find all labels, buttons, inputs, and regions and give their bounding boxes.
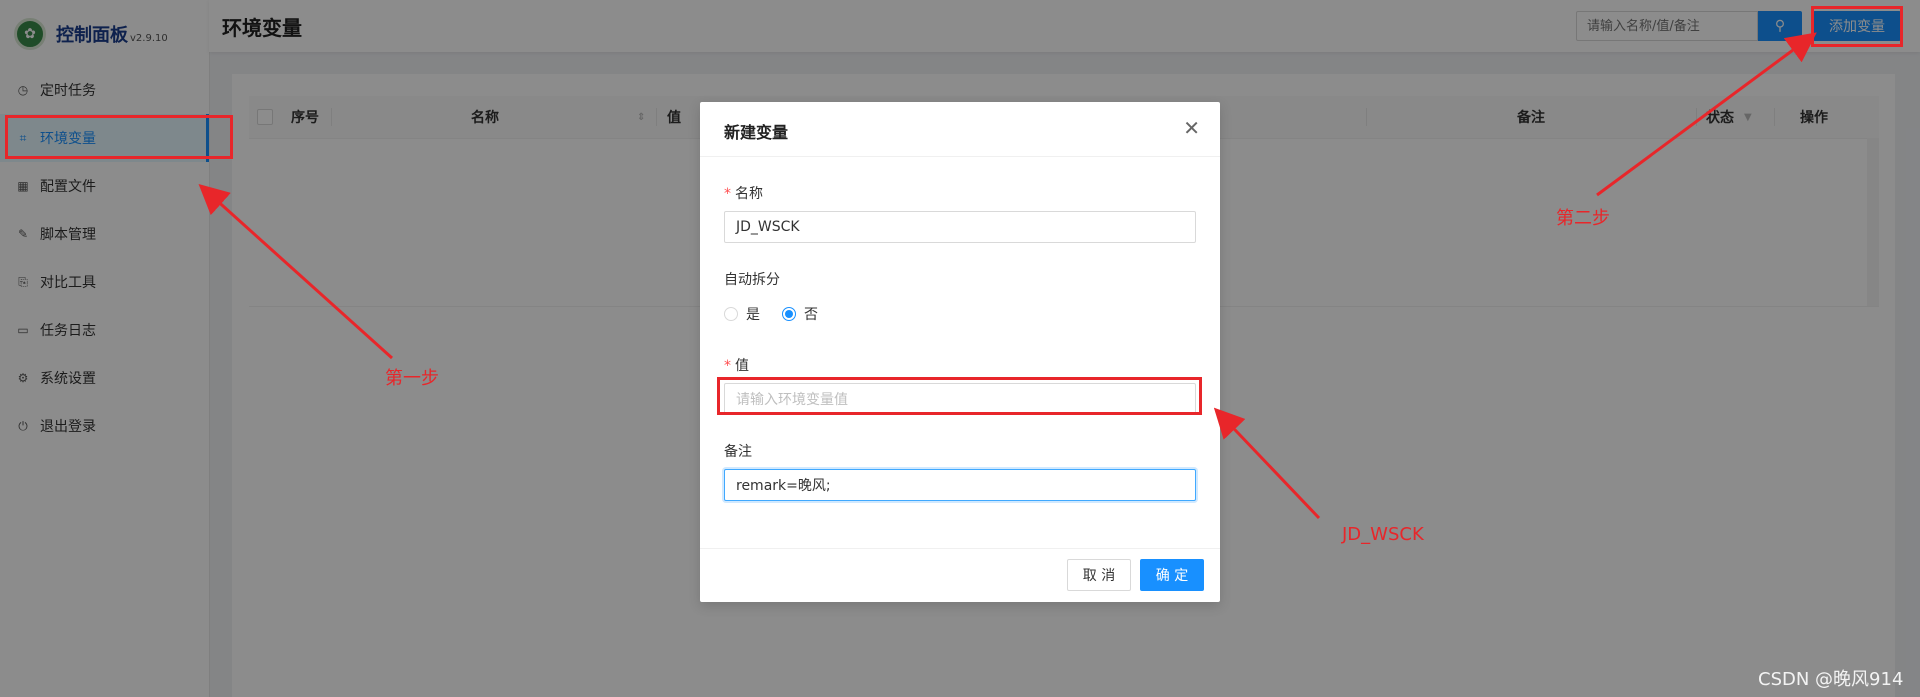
annotation-arrows [198,32,1817,520]
annotation-hint: JD_WSCK [1342,524,1424,545]
arrow-step1 [198,183,394,360]
arrow-step2 [1596,32,1817,197]
annotation-step1: 第一步 [385,368,439,389]
watermark: CSDN @晚风914 [1758,669,1904,690]
arrow-hint [1213,407,1321,520]
annotation-step2: 第二步 [1556,208,1610,229]
